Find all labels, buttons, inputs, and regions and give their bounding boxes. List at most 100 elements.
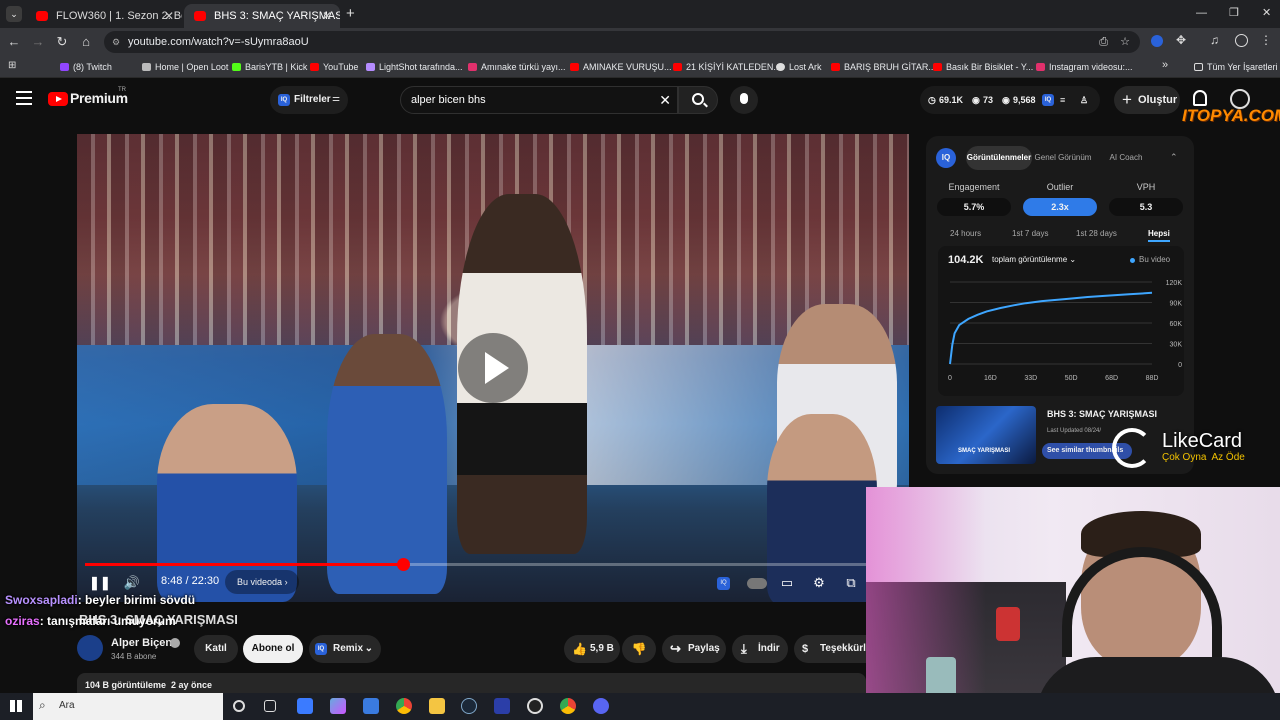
like-button[interactable]: 👍 5,9 B (564, 635, 620, 663)
forward-icon[interactable]: → (30, 34, 46, 50)
pause-icon[interactable]: ❚❚ (89, 576, 111, 590)
bookmark-instagram-2[interactable]: Instagram videosu:... (1036, 60, 1133, 74)
bookmark-bisiklet[interactable]: Basık Bir Bisiklet - Y... (933, 60, 1033, 74)
more-bookmarks-icon[interactable]: » (1162, 59, 1168, 71)
bookmark-openloot[interactable]: Home | Open Loot (142, 60, 228, 74)
tab-overview[interactable]: Genel Görünüm (1032, 146, 1094, 170)
media-control-icon[interactable]: ♫ (1210, 33, 1219, 47)
start-windows-icon[interactable] (10, 700, 22, 712)
channel-avatar[interactable] (77, 635, 103, 661)
filters-button[interactable]: IQ Filtreler ⚌ (270, 86, 348, 114)
dislike-button[interactable]: 👎 (622, 635, 656, 663)
maximize-icon[interactable]: ❐ (1229, 6, 1239, 19)
voice-search-button[interactable] (730, 86, 758, 114)
steam-icon[interactable] (461, 698, 477, 714)
chrome-active-icon[interactable] (560, 698, 576, 714)
thumbnail-text: SMAÇ YARIŞMASI (958, 448, 1011, 454)
range-7d[interactable]: 1st 7 days (1012, 229, 1048, 238)
apps-grid-icon[interactable]: ⊞ (8, 60, 16, 71)
discord-icon[interactable] (593, 698, 609, 714)
bookmark-aminake[interactable]: AMINAKE VURUŞU... (570, 60, 672, 74)
settings-gear-icon[interactable]: ⚙ (810, 576, 828, 590)
autoplay-toggle[interactable] (747, 578, 767, 589)
channel-name[interactable]: Alper Biçen (111, 637, 172, 649)
install-app-icon[interactable]: ⎙ (1099, 31, 1108, 53)
trophy-icon[interactable]: ♙ (1080, 86, 1088, 114)
app-icon-2[interactable] (494, 698, 510, 714)
new-tab-button[interactable]: + (346, 5, 355, 22)
play-button[interactable] (458, 333, 528, 403)
miniplayer-icon[interactable]: ⧉ (842, 576, 860, 590)
search-input[interactable]: alper bicen bhs ✕ (400, 86, 678, 114)
bookmark-youtube[interactable]: YouTube (310, 60, 358, 74)
video-description-box[interactable]: 104 B görüntüleme 2 ay önce (77, 673, 866, 693)
share-button[interactable]: ↪ Paylaş (662, 635, 726, 663)
widgets-icon[interactable] (264, 700, 276, 712)
range-all[interactable]: Hepsi (1148, 229, 1170, 242)
chapter-button[interactable]: Bu videoda › (225, 570, 299, 594)
extension-icon[interactable] (1151, 35, 1163, 47)
search-button[interactable] (678, 86, 718, 114)
range-24h[interactable]: 24 hours (950, 229, 981, 238)
notifications-bell-icon[interactable] (1193, 90, 1207, 106)
collapse-icon[interactable]: ⌃ (1170, 152, 1178, 163)
subtitles-icon[interactable]: ▭ (778, 576, 796, 590)
back-icon[interactable]: ← (6, 34, 22, 50)
profile-icon[interactable] (1235, 34, 1248, 47)
clear-search-icon[interactable]: ✕ (659, 87, 671, 113)
minimize-icon[interactable]: — (1196, 7, 1207, 19)
close-window-icon[interactable]: ✕ (1262, 6, 1271, 19)
bookmark-baris-gitar[interactable]: BARIŞ BRUH GİTAR... (831, 60, 936, 74)
iq-player-icon[interactable]: IQ (717, 577, 730, 590)
reload-icon[interactable]: ↻ (54, 34, 70, 50)
file-explorer-icon[interactable] (429, 698, 445, 714)
tab-list-button[interactable]: ⌄ (6, 6, 22, 22)
tab-views[interactable]: Görüntülenmeler (966, 146, 1032, 170)
sliders-icon: ⚌ (332, 93, 341, 103)
hamburger-menu-icon[interactable] (16, 91, 32, 105)
bookmark-star-icon[interactable]: ☆ (1120, 31, 1130, 53)
tab-flow360[interactable]: FLOW360 | 1. Sezon 2. Bölüm - ✕ (26, 4, 182, 28)
close-tab-icon[interactable]: ✕ (322, 4, 332, 28)
url-field[interactable]: ⚙ youtube.com/watch?v=-sUymra8aoU ☆ ⎙ (104, 31, 1140, 53)
create-button[interactable]: + Oluştur (1114, 86, 1180, 114)
channel-stats: ◷ 69.1K ◉ 73 ◉ 9,568 IQ ≡ ♙ (920, 86, 1100, 114)
y-tick-label: 120K (1166, 280, 1183, 287)
download-button[interactable]: ⤓ İndir (732, 635, 788, 663)
range-28d[interactable]: 1st 28 days (1076, 229, 1117, 238)
obs-icon[interactable] (527, 698, 543, 714)
bookmark-21kisiyi[interactable]: 21 KİŞİYİ KATLEDEN... (673, 60, 781, 74)
bookmark-lightshot[interactable]: LightShot tarafında... (366, 60, 463, 74)
home-icon[interactable]: ⌂ (78, 34, 94, 50)
related-thumbnail[interactable]: SMAÇ YARIŞMASI (936, 406, 1036, 464)
bookmark-kick[interactable]: BarisYTB | Kick (232, 60, 307, 74)
metric-label: Engagement (948, 182, 1000, 192)
thanks-button[interactable]: $ Teşekkürler (794, 635, 866, 663)
join-button[interactable]: Katıl (194, 635, 238, 663)
task-view-icon[interactable] (233, 700, 245, 712)
site-info-icon[interactable]: ⚙ (112, 31, 120, 53)
remix-button[interactable]: IQ Remix ⌄ (309, 635, 381, 663)
chrome-icon[interactable] (396, 698, 412, 714)
taskbar-search[interactable]: ⌕ Ara (33, 693, 223, 720)
subscribe-button[interactable]: Abone ol (243, 635, 303, 663)
volume-icon[interactable]: 🔊 (123, 576, 141, 590)
list-icon[interactable]: ≡ (1060, 86, 1065, 114)
extensions-puzzle-icon[interactable]: ✥ (1176, 33, 1186, 47)
browser-menu-icon[interactable]: ⋮ (1260, 33, 1272, 47)
share-label: Paylaş (688, 643, 720, 654)
store-icon[interactable] (363, 698, 379, 714)
app-icon-1[interactable] (297, 698, 313, 714)
copilot-icon[interactable] (330, 698, 346, 714)
itopya-watermark: ITOPYA.COM (1182, 106, 1280, 125)
all-bookmarks[interactable]: Tüm Yer İşaretleri (1194, 60, 1278, 74)
tab-bhs3[interactable]: BHS 3: SMAÇ YARIŞMASI - ✕ (184, 4, 340, 28)
iq-badge-icon[interactable]: IQ (1042, 94, 1054, 106)
video-player[interactable]: ❚❚ 🔊 8:48 / 22:30 Bu videoda › IQ ▭ ⚙ ⧉ (77, 134, 909, 602)
tab-ai-coach[interactable]: AI Coach (1096, 146, 1156, 170)
bookmark-twitch[interactable]: (8) Twitch (60, 60, 112, 74)
bookmark-lostark[interactable]: Lost Ark (776, 60, 822, 74)
close-tab-icon[interactable]: ✕ (164, 4, 174, 28)
search-icon: ⌕ (39, 698, 46, 712)
bookmark-instagram-1[interactable]: Amınake türkü yayı... (468, 60, 566, 74)
